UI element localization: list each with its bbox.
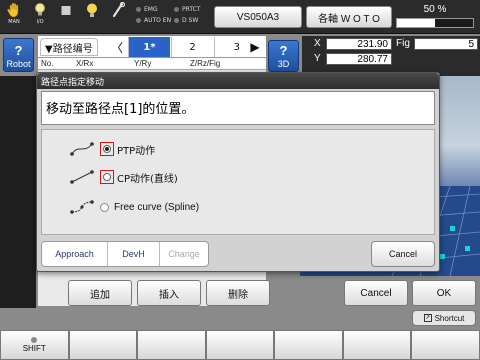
left-rail xyxy=(0,76,36,308)
prev-page-arrow-icon[interactable]: 〈 xyxy=(110,37,124,57)
prtct-led-icon xyxy=(174,7,179,12)
io-label: I/O xyxy=(36,19,44,25)
help-question-icon: ? xyxy=(14,43,23,58)
x-value: 231.90 xyxy=(326,38,392,50)
cp-radio-highlight xyxy=(100,170,114,184)
top-status-bar: MAN I/O EMG AUTO EN PRTCT D SW VS050A3 各… xyxy=(0,0,480,34)
path-number-dropdown[interactable]: ▼路径编号 xyxy=(40,38,98,56)
fig-value: 5 xyxy=(414,38,478,50)
help-question-icon: ? xyxy=(279,43,288,58)
add-button[interactable]: 追加 xyxy=(68,280,132,306)
ptp-radio[interactable] xyxy=(103,145,111,153)
axis-mode-button[interactable]: 各軸 W O T O xyxy=(306,6,392,28)
change-button[interactable]: Change xyxy=(160,242,208,266)
option-spline-label: Free curve (Spline) xyxy=(114,201,200,213)
approach-button[interactable]: Approach xyxy=(42,242,108,266)
emg-led-icon xyxy=(136,7,141,12)
robot-button-label: Robot xyxy=(6,59,31,69)
path-column-headers: No. X/Rx Y/Ry Z/Rz/Fig xyxy=(38,58,266,70)
option-ptp-label: PTP动作 xyxy=(117,145,156,157)
robot-button[interactable]: ? Robot xyxy=(3,38,34,72)
move-to-point-dialog: 路径点指定移动 移动至路径点[1]的位置。 PTP动作 CP动作(直线) Fre… xyxy=(36,72,440,272)
spline-curve-icon xyxy=(70,200,94,214)
indicator-column-2: PRTCT D SW xyxy=(174,4,201,26)
f5-key[interactable] xyxy=(342,330,412,360)
shortcut-label: Shortcut xyxy=(434,313,465,323)
dialog-cancel-button[interactable]: Cancel xyxy=(371,241,435,267)
dialog-segment-buttons: Approach DevH Change xyxy=(41,241,209,267)
cp-radio[interactable] xyxy=(103,173,111,181)
stop-icon[interactable] xyxy=(54,2,78,32)
y-value: 280.77 xyxy=(326,53,392,65)
hand-icon[interactable]: MAN xyxy=(2,2,26,32)
next-page-arrow-icon[interactable]: ▶ xyxy=(248,37,262,57)
auto-en-led-icon xyxy=(136,18,141,23)
bulb-icon[interactable] xyxy=(80,2,104,32)
x-axis-label: X xyxy=(314,38,321,49)
dsw-label: D SW xyxy=(182,17,199,24)
shortcut-button[interactable]: ↗ Shortcut xyxy=(412,310,476,326)
delete-button[interactable]: 删除 xyxy=(206,280,270,306)
tab-3[interactable]: 3 xyxy=(214,37,242,57)
ok-button[interactable]: OK xyxy=(412,280,476,306)
tab-2[interactable]: 2 xyxy=(171,37,213,57)
path-header: ▼路径编号 〈 1* 2 3 ▶ xyxy=(38,36,266,58)
ptp-radio-highlight xyxy=(100,142,114,156)
devh-button[interactable]: DevH xyxy=(108,242,160,266)
f1-key[interactable] xyxy=(68,330,138,360)
speed-percent: 50 % xyxy=(423,4,447,15)
wrench-icon[interactable] xyxy=(106,2,130,32)
f6-key[interactable] xyxy=(411,330,480,360)
auto-en-label: AUTO EN xyxy=(144,17,172,24)
prtct-label: PRTCT xyxy=(182,6,201,13)
speed-bar-fill xyxy=(397,19,435,27)
f2-key[interactable] xyxy=(137,330,206,360)
motion-options: PTP动作 CP动作(直线) Free curve (Spline) xyxy=(41,129,435,235)
shift-key[interactable]: SHIFT xyxy=(0,330,69,360)
option-ptp[interactable]: PTP动作 xyxy=(70,140,155,158)
coordinate-panel: X 231.90 Fig 5 Y 280.77 xyxy=(302,36,480,76)
col-y: Y/Ry xyxy=(134,59,152,68)
shortcut-icon: ↗ xyxy=(423,314,432,322)
robot-model-button[interactable]: VS050A3 xyxy=(214,6,302,28)
dialog-message: 移动至路径点[1]的位置。 xyxy=(41,91,435,125)
y-axis-label: Y xyxy=(314,53,321,64)
insert-button[interactable]: 插入 xyxy=(137,280,201,306)
col-x: X/Rx xyxy=(76,59,94,68)
cp-linear-icon xyxy=(70,170,94,184)
speed-bar[interactable] xyxy=(396,18,474,28)
mode-label: MAN xyxy=(8,19,20,25)
ptp-curve-icon xyxy=(70,142,94,156)
shift-label: SHIFT xyxy=(22,344,46,353)
emg-label: EMG xyxy=(144,6,158,13)
tab-1[interactable]: 1* xyxy=(128,37,170,57)
f4-key[interactable] xyxy=(274,330,343,360)
f3-key[interactable] xyxy=(205,330,275,360)
cancel-button[interactable]: Cancel xyxy=(344,280,408,306)
col-z: Z/Rz/Fig xyxy=(190,59,221,68)
fig-label: Fig xyxy=(396,38,410,49)
dsw-led-icon xyxy=(174,18,179,23)
view-3d-label: 3D xyxy=(277,59,290,69)
spline-radio[interactable] xyxy=(100,202,109,212)
option-free-curve[interactable]: Free curve (Spline) xyxy=(70,198,199,216)
shift-led-icon xyxy=(31,337,38,343)
option-cp-label: CP动作(直线) xyxy=(117,173,178,185)
col-no: No. xyxy=(41,59,54,68)
lamp-icon[interactable]: I/O xyxy=(28,2,52,32)
dialog-title: 路径点指定移动 xyxy=(37,73,439,89)
function-key-strip: SHIFT xyxy=(0,330,480,360)
indicator-column-1: EMG AUTO EN xyxy=(136,4,171,26)
view-3d-button[interactable]: ? 3D xyxy=(268,40,299,72)
option-cp-linear[interactable]: CP动作(直线) xyxy=(70,168,178,186)
